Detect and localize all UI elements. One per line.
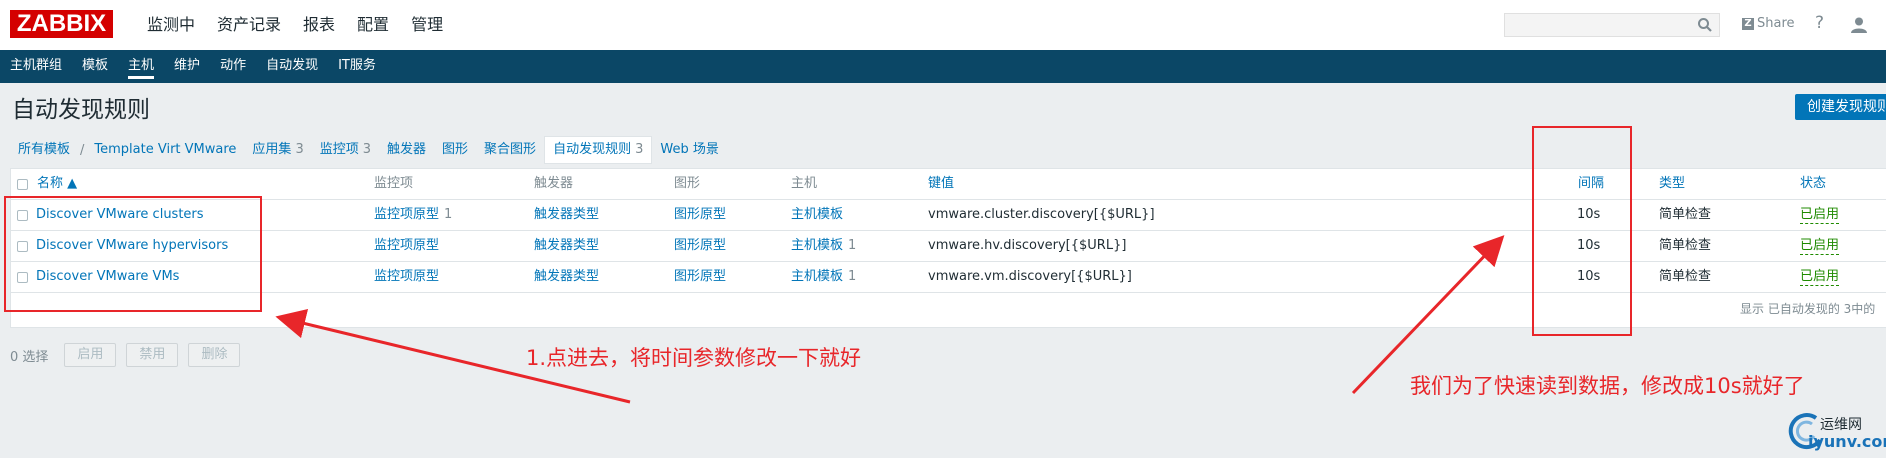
annotation-left-text: 1.点进去，将时间参数修改一下就好 bbox=[526, 346, 862, 370]
watermark-line2: iyunv.com bbox=[1808, 432, 1886, 451]
annotation-right-text: 我们为了快速读到数据，修改成10s就好了 bbox=[1410, 374, 1805, 398]
watermark-line1: 运维网 bbox=[1820, 417, 1862, 433]
